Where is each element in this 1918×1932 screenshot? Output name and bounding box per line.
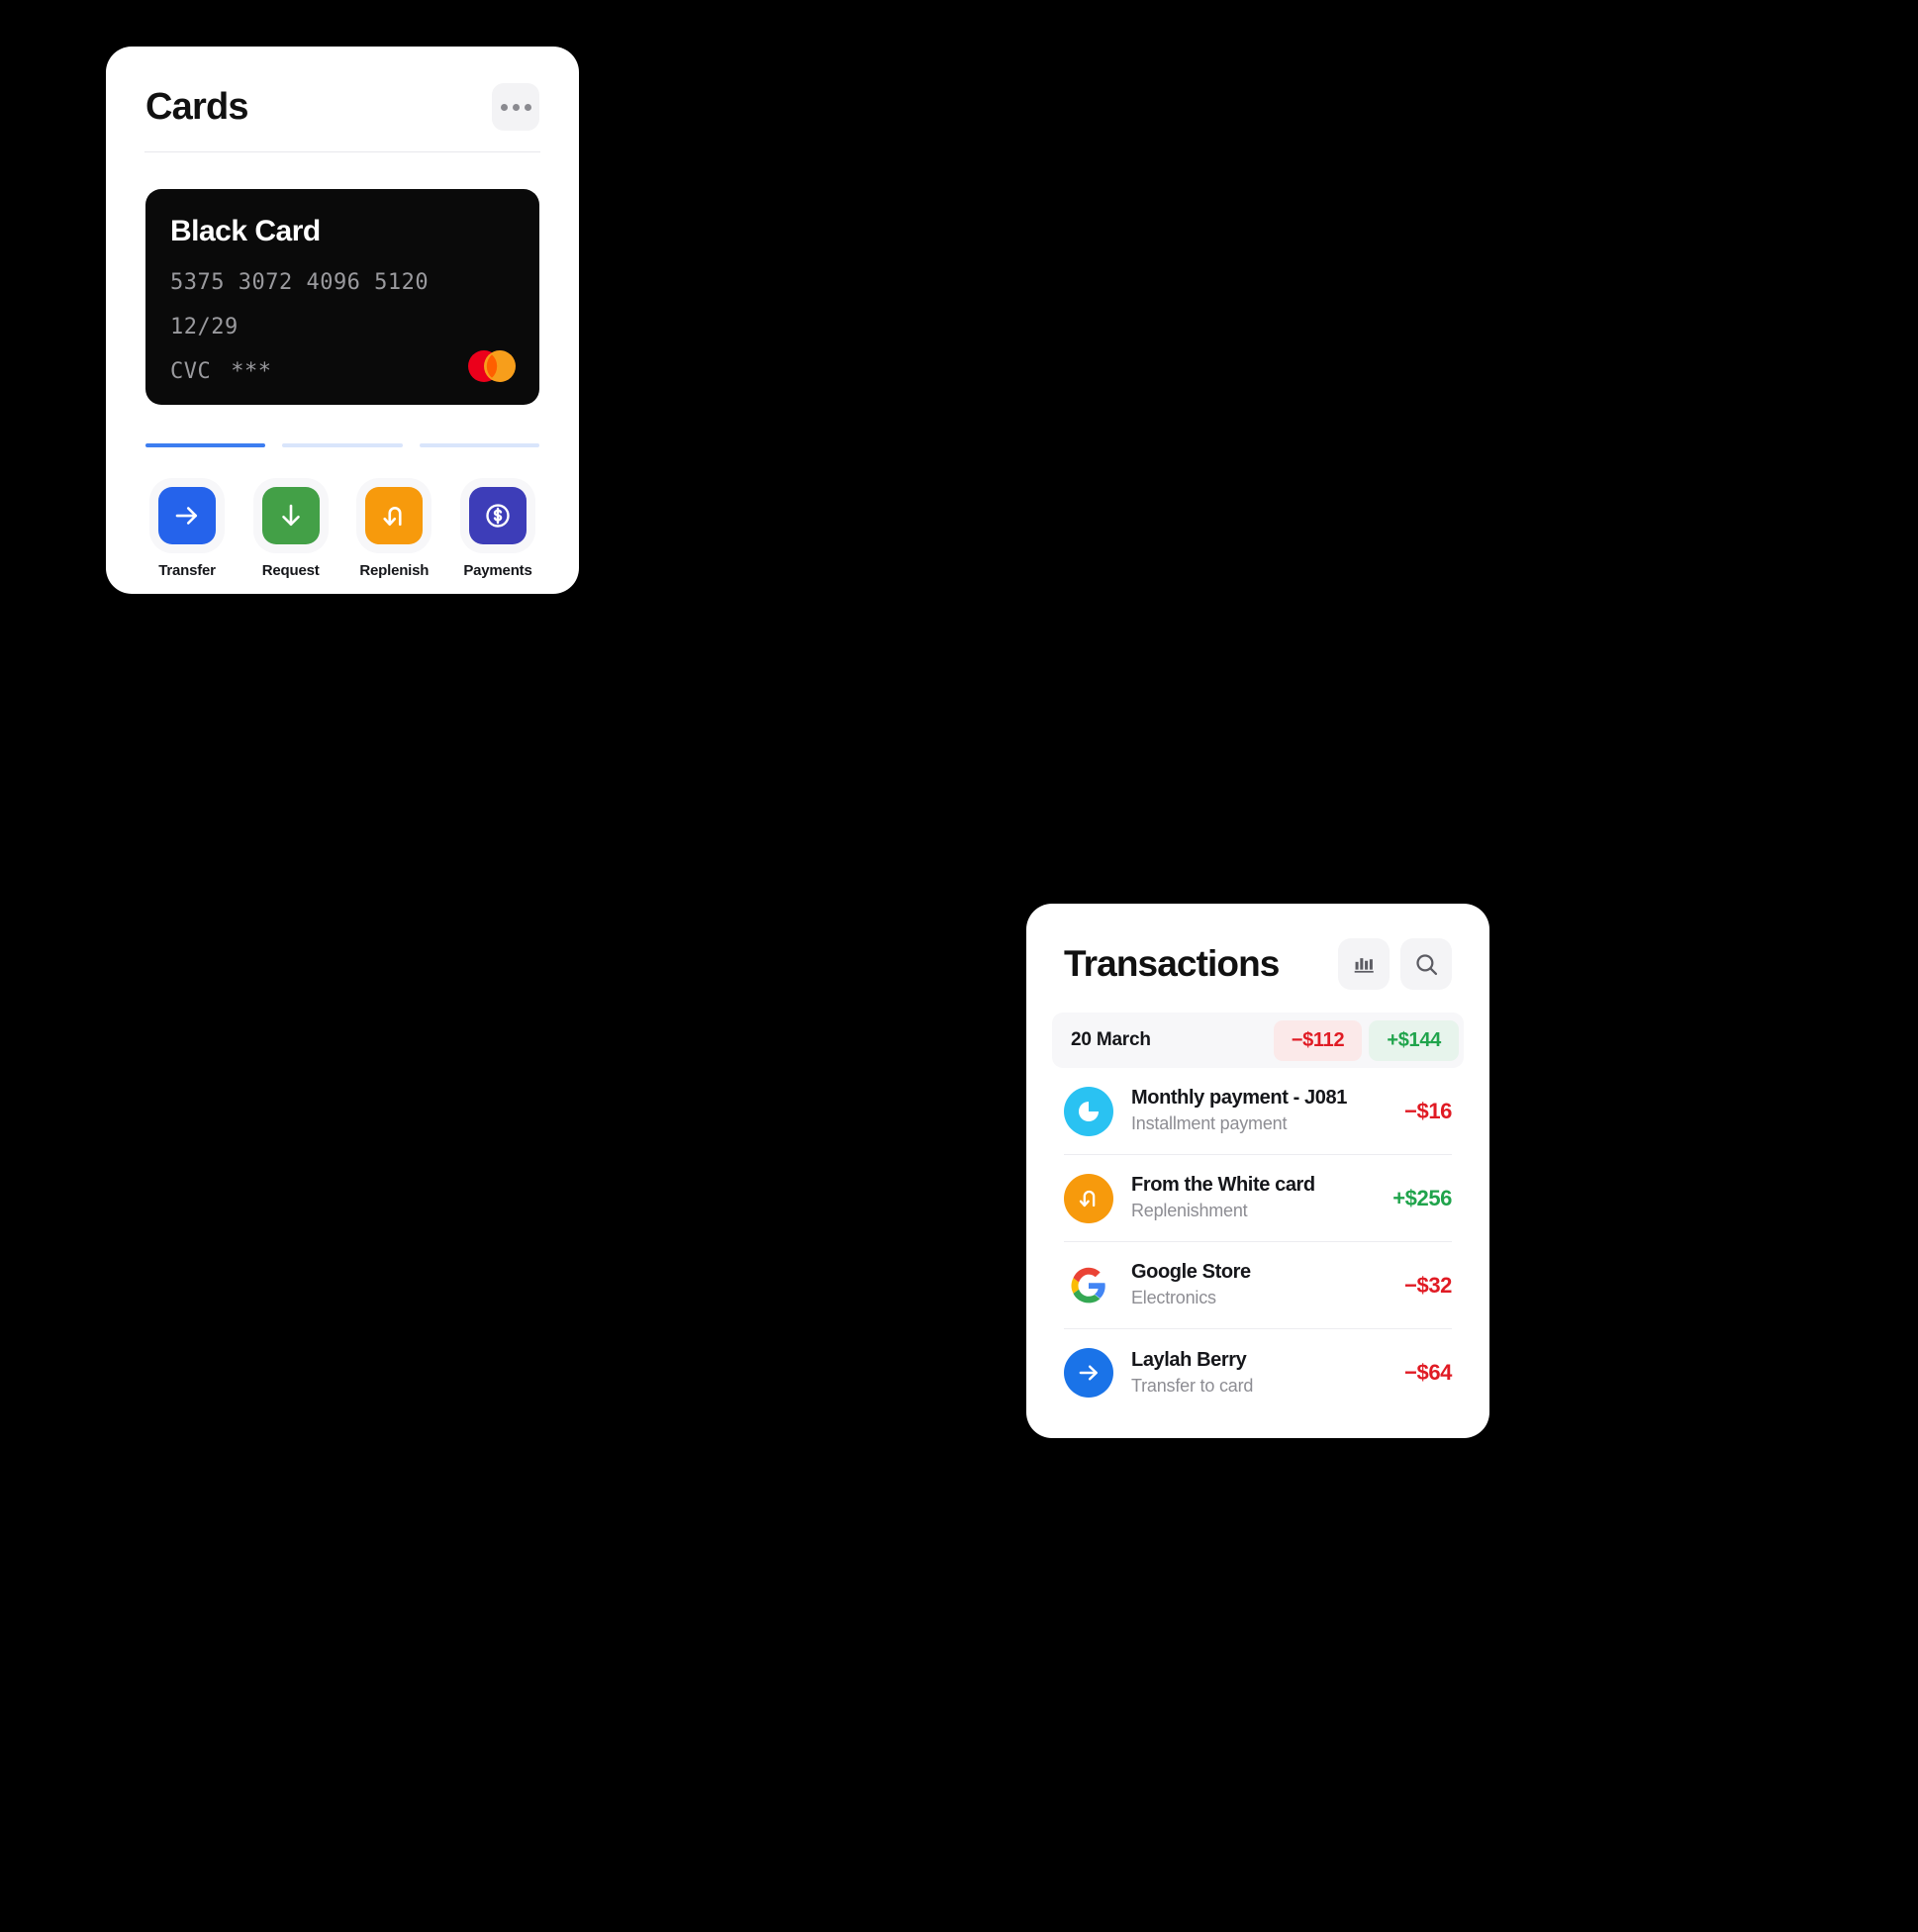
avatar [1064,1173,1113,1223]
page-title: Cards [145,85,249,128]
avatar [1064,1348,1113,1398]
pagination-bar-3[interactable] [419,443,539,447]
more-horizontal-icon[interactable] [492,83,539,131]
arrow-right-icon [175,507,198,525]
cards-panel-header: Cards [145,47,539,151]
transaction-row[interactable]: Google Store Electronics −$32 [1064,1242,1452,1329]
transaction-text: Monthly payment - J081 Installment payme… [1131,1086,1394,1135]
dot [500,103,508,111]
transaction-text: From the White card Replenishment [1131,1173,1383,1222]
arrow-right-icon [1079,1365,1098,1381]
card-pagination[interactable] [145,443,539,447]
screen-background: Cards Black Card 5375 3072 4096 5120 12/… [0,0,1918,1932]
request-button[interactable] [261,487,320,544]
dot [524,103,531,111]
transaction-name: Google Store [1131,1261,1251,1284]
cards-panel: Cards Black Card 5375 3072 4096 5120 12/… [106,47,579,594]
arrow-down-icon [281,504,300,527]
transaction-category: Electronics [1131,1288,1216,1308]
transaction-category: Replenishment [1131,1201,1248,1221]
google-logo-icon [1071,1267,1105,1303]
transaction-row[interactable]: Monthly payment - J081 Installment payme… [1064,1068,1452,1155]
pagination-bar-1[interactable] [145,443,266,447]
search-icon [1415,953,1437,975]
day-summary-bar: 20 March −$112 +$144 [1052,1013,1464,1068]
action-label: Replenish [359,562,430,579]
transaction-text: Google Store Electronics [1131,1260,1394,1309]
u-turn-arrow-icon [1079,1190,1096,1207]
action-label: Request [261,562,320,579]
bar-chart-icon [1354,958,1374,973]
card-cvc-row: CVC *** [170,359,515,384]
transaction-row[interactable]: From the White card Replenishment +$256 [1064,1155,1452,1242]
payments-button[interactable] [468,487,527,544]
transfer-button[interactable] [158,487,216,544]
transaction-text: Laylah Berry Transfer to card [1131,1348,1394,1398]
avatar [1064,1086,1113,1136]
card-expiry: 12/29 [170,315,239,339]
summary-outgoing: −$112 [1273,1019,1363,1061]
action-transfer[interactable]: Transfer [148,487,226,579]
pagination-bar-2[interactable] [282,443,403,447]
transactions-title: Transactions [1064,943,1280,984]
card-number: 5375 3072 4096 5120 [170,270,430,295]
replenish-button[interactable] [365,487,424,544]
transaction-name: Monthly payment - J081 [1131,1087,1347,1110]
transaction-amount: −$32 [1404,1272,1452,1298]
credit-card[interactable]: Black Card 5375 3072 4096 5120 12/29 CVC… [145,189,539,405]
transactions-header: Transactions [1064,904,1452,1013]
transaction-amount: −$16 [1404,1098,1452,1123]
mastercard-logo-icon [468,350,516,382]
dot [512,103,520,111]
action-label: Transfer [158,562,216,579]
action-request[interactable]: Request [252,487,330,579]
summary-incoming: +$144 [1369,1019,1459,1061]
action-label: Payments [463,562,532,579]
avatar [1064,1260,1113,1310]
transaction-amount: −$64 [1404,1360,1452,1385]
transaction-category: Transfer to card [1131,1375,1254,1396]
u-turn-arrow-icon [383,507,402,527]
card-name: Black Card [170,215,321,247]
dollar-circle-icon [486,504,510,528]
card-cvc-value: *** [231,359,272,384]
transaction-row[interactable]: Laylah Berry Transfer to card −$64 [1064,1329,1452,1416]
pie-chart-icon [1078,1101,1100,1121]
search-button[interactable] [1400,938,1452,990]
header-divider [144,151,540,152]
action-payments[interactable]: Payments [459,487,536,579]
transaction-name: From the White card [1131,1174,1315,1197]
action-replenish[interactable]: Replenish [355,487,432,579]
summary-date: 20 March [1071,1029,1151,1050]
card-cvc-label: CVC [170,359,212,384]
quick-actions: Transfer Request Replenish Payments [145,487,539,579]
transaction-amount: +$256 [1392,1185,1452,1210]
transaction-name: Laylah Berry [1131,1348,1247,1371]
chart-button[interactable] [1338,938,1390,990]
transaction-category: Installment payment [1131,1113,1288,1134]
transactions-panel: Transactions 20 March −$112 +$144 Monthl… [1026,904,1489,1438]
